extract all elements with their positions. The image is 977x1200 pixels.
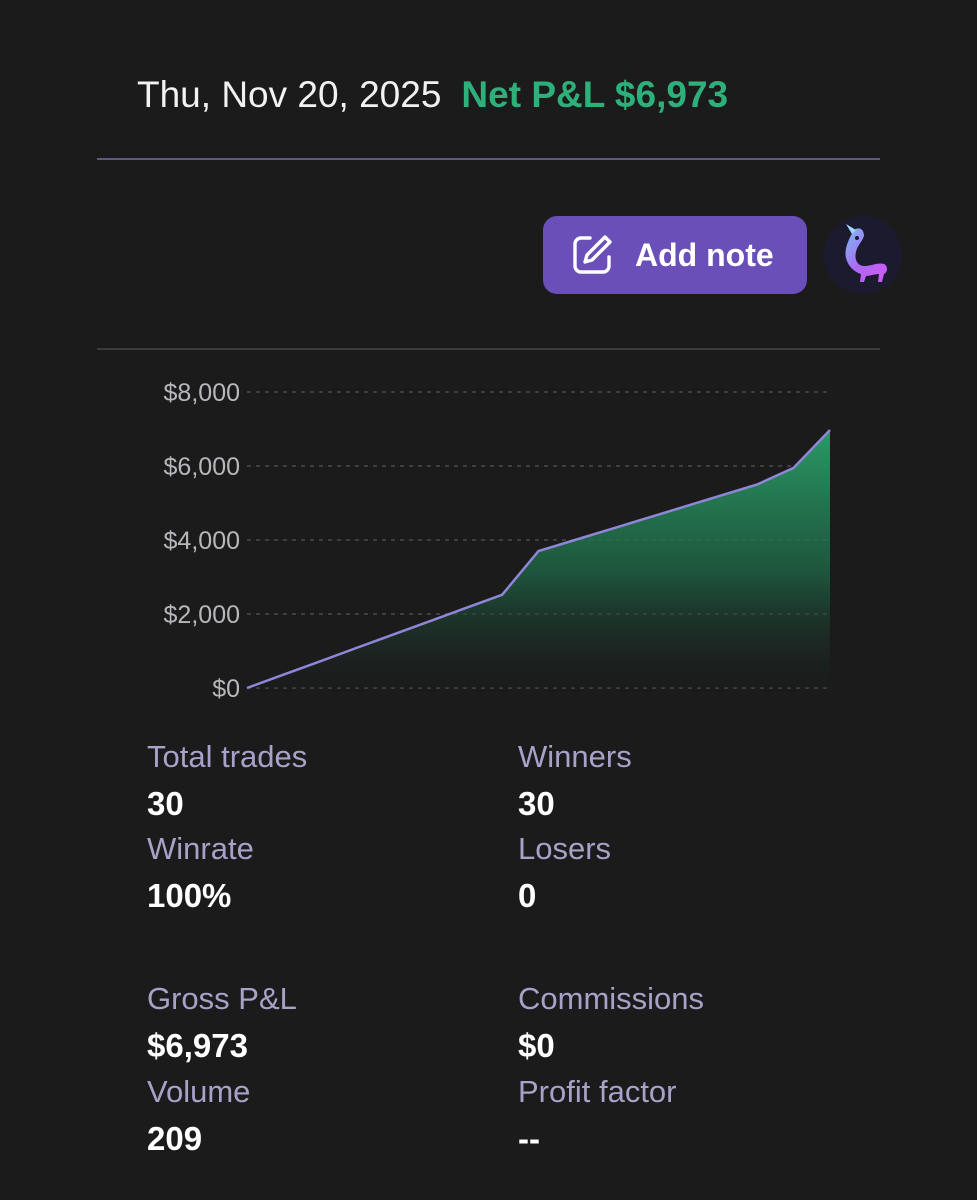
y-tick-label: $8,000 (164, 379, 240, 407)
stat-profit-factor: Profit factor -- (518, 1072, 677, 1160)
losers-value: 0 (518, 877, 537, 914)
winners-label: Winners (518, 739, 632, 774)
profit-factor-value: -- (518, 1120, 540, 1157)
volume-value: 209 (147, 1120, 203, 1157)
y-tick-label: $6,000 (164, 453, 240, 481)
cumulative-pnl-chart: $8,000 $6,000 $4,000 $2,000 $0 (164, 379, 831, 703)
pnl-area (247, 430, 830, 688)
stat-commissions: Commissions $0 (518, 979, 704, 1067)
winners-value: 30 (518, 785, 555, 822)
stat-volume: Volume 209 (147, 1072, 250, 1160)
total-trades-value: 30 (147, 785, 184, 822)
stat-winrate: Winrate 100% (147, 829, 254, 917)
commissions-label: Commissions (518, 981, 705, 1016)
gross-pnl-label: Gross P&L (147, 981, 297, 1016)
losers-label: Losers (518, 831, 612, 866)
stat-gross-pnl: Gross P&L $6,973 (147, 979, 297, 1067)
y-tick-label: $0 (212, 675, 240, 703)
commissions-value: $0 (518, 1027, 555, 1064)
y-tick-label: $4,000 (164, 527, 240, 555)
volume-label: Volume (147, 1074, 251, 1109)
stat-winners: Winners 30 (518, 737, 632, 825)
y-tick-label: $2,000 (164, 601, 240, 629)
stat-total-trades: Total trades 30 (147, 737, 307, 825)
gross-pnl-value: $6,973 (147, 1027, 248, 1064)
total-trades-label: Total trades (147, 739, 308, 774)
profit-factor-label: Profit factor (518, 1074, 677, 1109)
stat-losers: Losers 0 (518, 829, 611, 917)
winrate-value: 100% (147, 877, 232, 914)
winrate-label: Winrate (147, 831, 254, 866)
